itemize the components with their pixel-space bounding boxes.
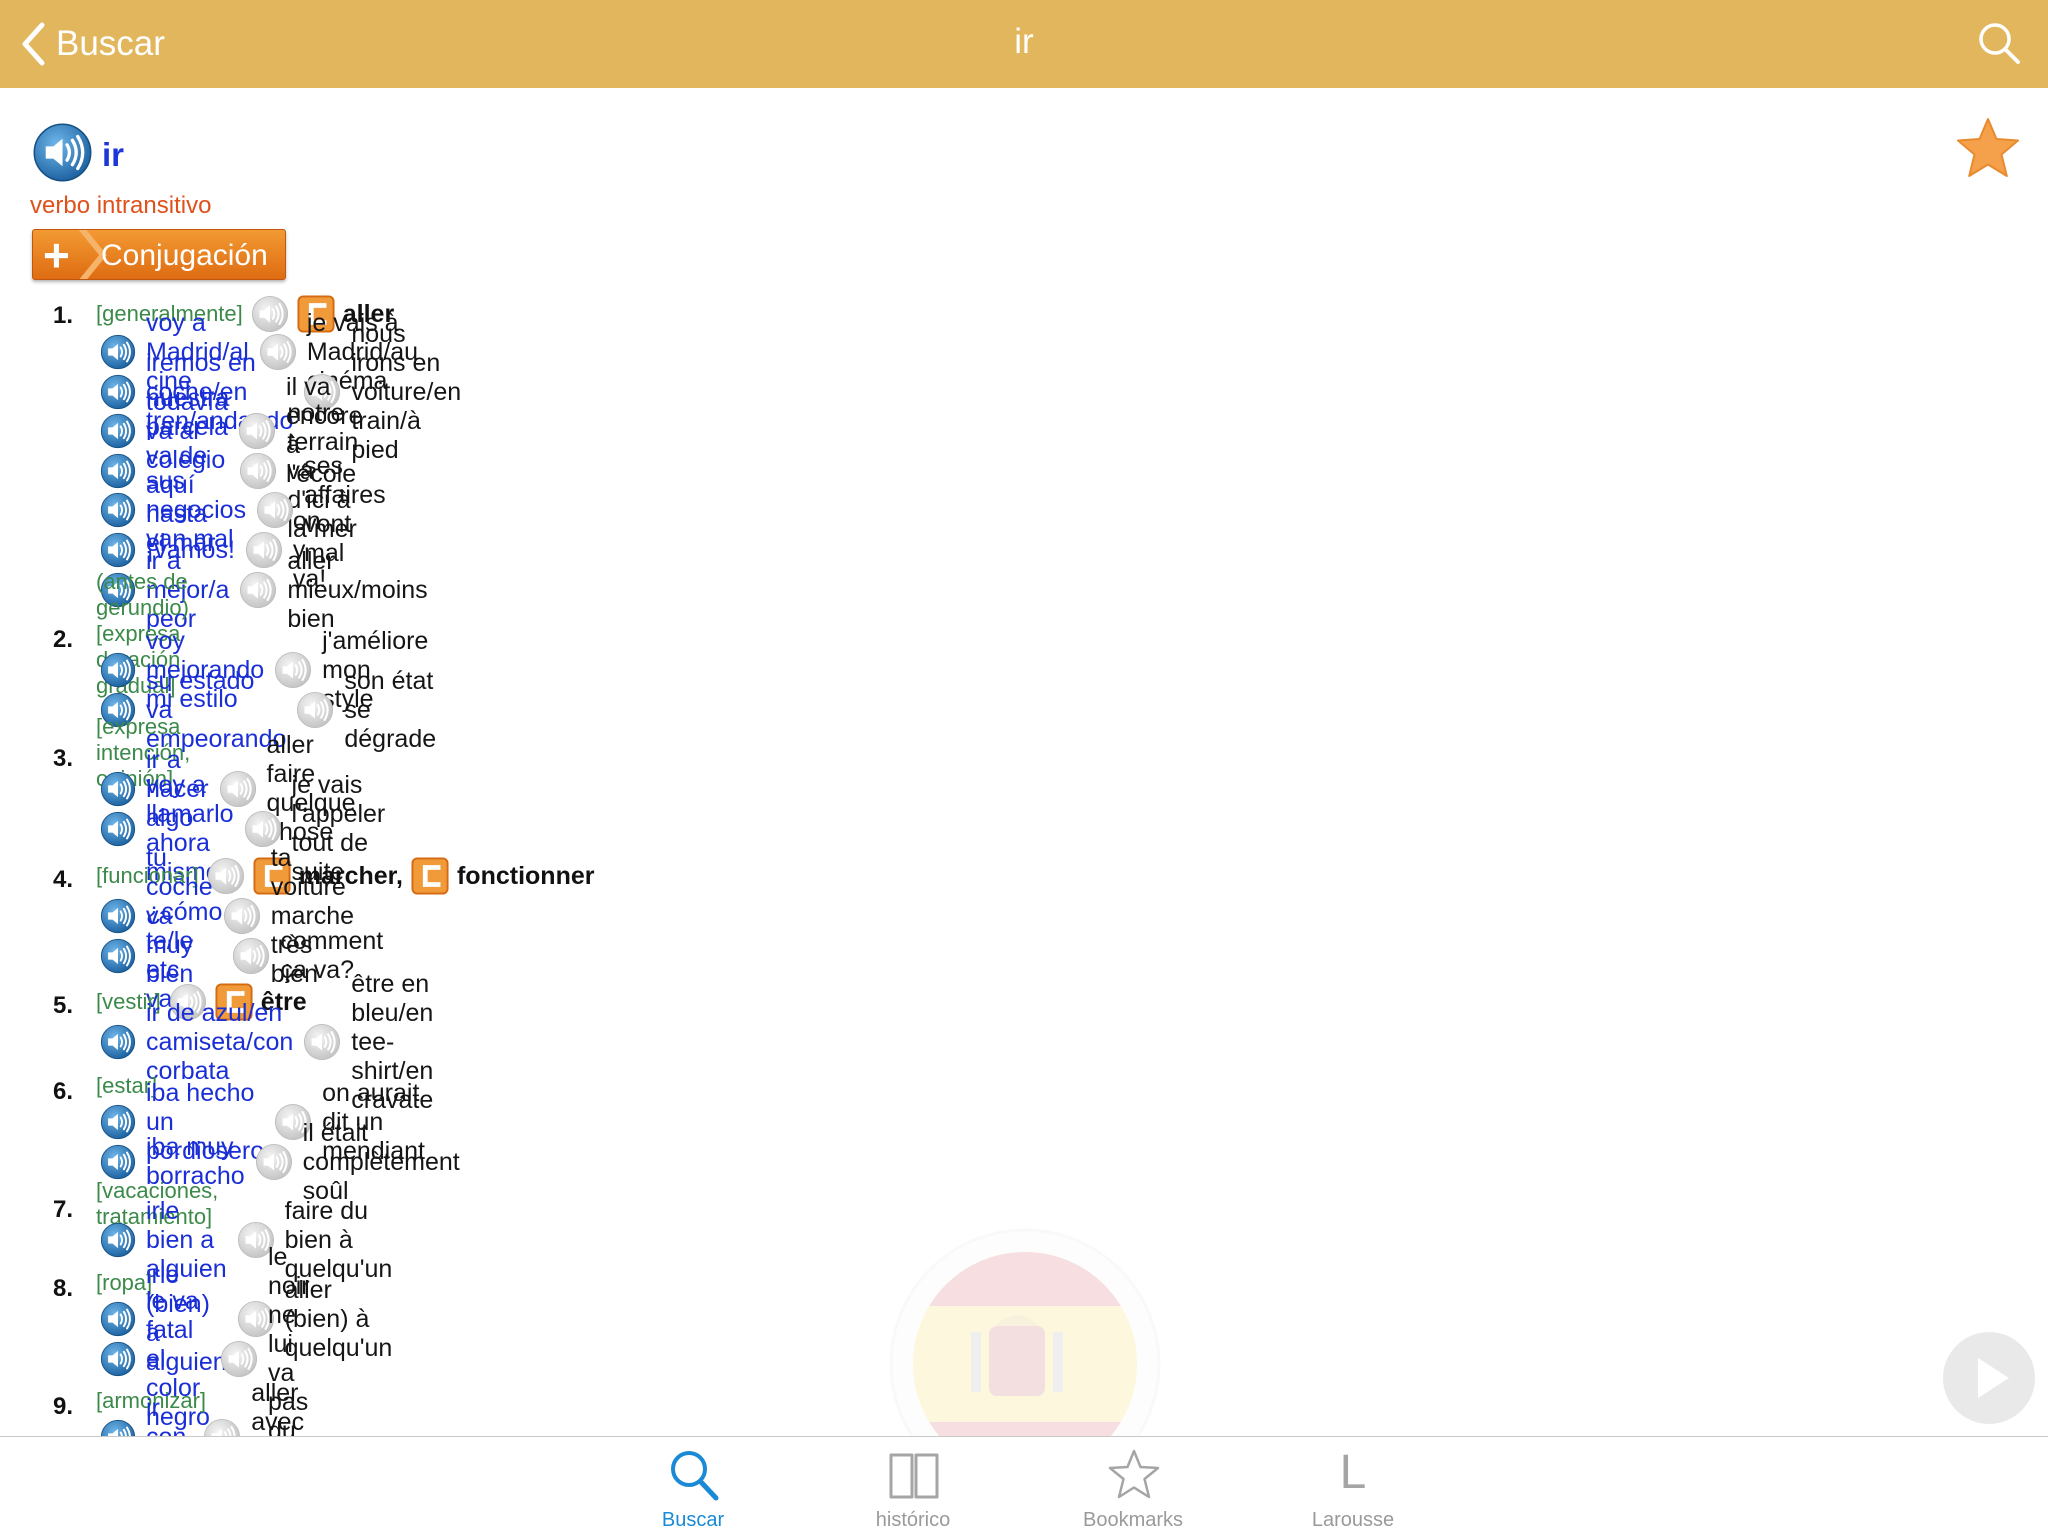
sense-number: 5. <box>53 992 74 1019</box>
french-audio-icon[interactable] <box>232 937 270 975</box>
example-row: le va fatal el color negro le noir ne lu… <box>100 1243 310 1436</box>
search-icon[interactable] <box>1976 20 2022 66</box>
tab-bookmarks[interactable]: Bookmarks <box>1063 1437 1203 1536</box>
example-row: ¿cómo te/le etc va? comment ça va? <box>100 898 383 1013</box>
sense-number: 9. <box>53 1393 74 1420</box>
sense-number: 2. <box>53 626 74 653</box>
spanish-audio-icon[interactable] <box>100 811 136 847</box>
example-row: ir con algo aller avec quelque chose <box>100 1379 340 1436</box>
tab-buscar[interactable]: Buscar <box>623 1437 763 1536</box>
spanish-audio-icon[interactable] <box>100 938 136 974</box>
spanish-audio-icon[interactable] <box>100 334 136 370</box>
french-audio-icon[interactable] <box>220 1340 258 1378</box>
sense-number: 1. <box>53 302 74 329</box>
spanish-audio-icon[interactable] <box>100 413 136 449</box>
spanish-audio-icon[interactable] <box>100 453 136 489</box>
tab-label: Bookmarks <box>1082 1509 1184 1531</box>
page-title: ir <box>1014 22 1034 61</box>
spanish-audio-icon[interactable] <box>100 1419 136 1436</box>
example-row: irle (bien) a alguien aller (bien) à que… <box>100 1261 392 1376</box>
example-row: iba muy borracho il était complètement s… <box>100 1119 460 1205</box>
spanish-audio-icon[interactable] <box>100 1222 136 1258</box>
sense-number: 4. <box>53 866 74 893</box>
example-french: son état se dégrade <box>344 666 437 753</box>
spanish-audio-icon[interactable] <box>100 652 136 688</box>
conjugation-c-icon[interactable] <box>411 857 449 895</box>
french-audio-icon[interactable] <box>238 412 276 450</box>
spanish-audio-icon[interactable] <box>100 532 136 568</box>
example-french: aller mieux/moins bien <box>287 546 428 633</box>
search-icon <box>671 1451 719 1501</box>
tab-label: Larousse <box>1311 1509 1395 1531</box>
french-audio-icon[interactable] <box>303 1023 341 1061</box>
headword: ir <box>102 136 125 173</box>
sense-number: 3. <box>53 745 74 772</box>
tab-label: Buscar <box>661 1509 725 1531</box>
example-row: ir de azul/en camiseta/con corbata être … <box>100 970 433 1114</box>
spanish-audio-icon[interactable] <box>100 1024 136 1060</box>
headword-audio-icon[interactable] <box>32 122 93 183</box>
example-spanish[interactable]: ir de azul/en camiseta/con corbata <box>146 999 293 1086</box>
conjugation-button[interactable]: + Conjugación <box>32 229 286 280</box>
french-audio-icon[interactable] <box>239 571 277 609</box>
favorite-star-icon[interactable] <box>1955 116 2021 182</box>
spanish-audio-icon[interactable] <box>100 1341 136 1377</box>
sense-number: 6. <box>53 1078 74 1105</box>
french-audio-icon[interactable] <box>203 1418 241 1436</box>
spanish-audio-icon[interactable] <box>100 771 136 807</box>
navigation-bar: Buscar ir <box>0 0 2048 88</box>
tab-bar: Buscar histórico Bookmarks L Larousse <box>0 1436 2048 1536</box>
context-label: [ropa] <box>96 1270 153 1295</box>
sense-number: 8. <box>53 1275 74 1302</box>
example-row: sus negocios van mal ses affaires vont m… <box>100 452 386 567</box>
french-audio-icon[interactable] <box>244 810 282 848</box>
part-of-speech: verbo intransitivo <box>30 192 212 219</box>
example-french: aller avec quelque chose <box>251 1379 305 1436</box>
spanish-audio-icon[interactable] <box>100 1144 136 1180</box>
audio-icon[interactable] <box>251 295 289 333</box>
tab-label: histórico <box>875 1509 951 1531</box>
french-audio-icon[interactable] <box>223 897 261 935</box>
french-audio-icon[interactable] <box>245 531 283 569</box>
larousse-l-icon: L <box>1339 1446 1367 1499</box>
spanish-audio-icon[interactable] <box>100 898 136 934</box>
play-icon[interactable] <box>1941 1330 2037 1426</box>
tab-larousse[interactable]: L Larousse <box>1283 1437 1423 1536</box>
french-audio-icon[interactable] <box>255 1143 293 1181</box>
plus-icon: + <box>43 229 70 280</box>
example-french: nous irons en voiture/en train/à pied <box>351 319 462 464</box>
spanish-audio-icon[interactable] <box>100 1104 136 1140</box>
spanish-audio-icon[interactable] <box>100 492 136 528</box>
star-outline-icon <box>1108 1449 1160 1499</box>
conjugation-label: Conjugación <box>101 239 268 272</box>
example-row: voy a llamarlo ahora mismo je vais l'app… <box>100 771 385 886</box>
spanish-audio-icon[interactable] <box>100 374 136 410</box>
book-icon <box>889 1453 939 1499</box>
french-audio-icon[interactable] <box>256 491 294 529</box>
example-french: il était complètement soûl <box>302 1118 460 1205</box>
french-audio-icon[interactable] <box>296 691 334 729</box>
translation: fonctionner <box>456 861 595 890</box>
sense-number: 7. <box>53 1196 74 1223</box>
example-spanish[interactable]: ir con algo <box>146 1394 193 1437</box>
tab-historico[interactable]: histórico <box>843 1437 983 1536</box>
spanish-audio-icon[interactable] <box>100 1301 136 1337</box>
example-row: irle bien a alguien faire du bien à quel… <box>100 1197 392 1283</box>
